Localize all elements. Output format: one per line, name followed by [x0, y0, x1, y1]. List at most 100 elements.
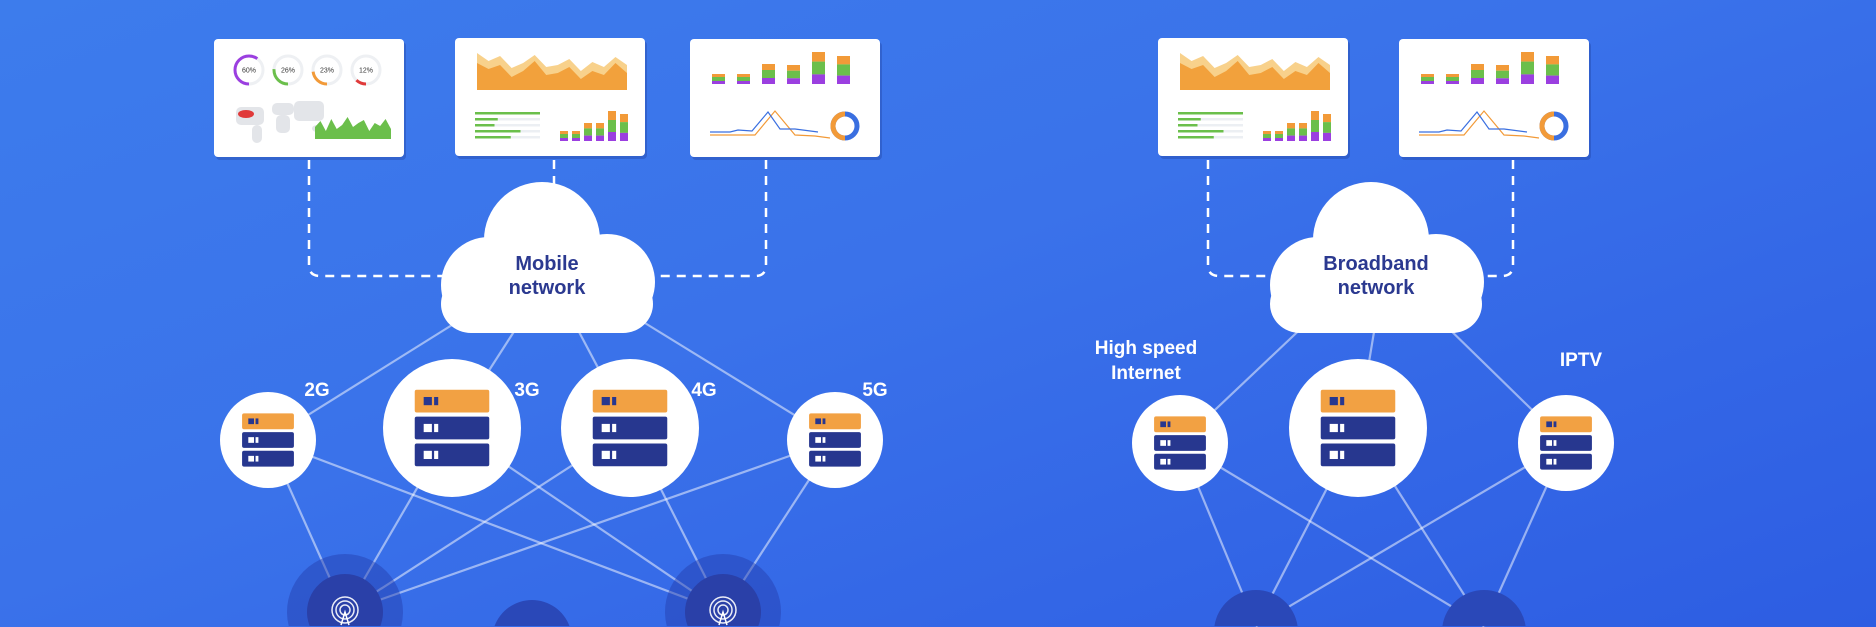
cell-tower: [286, 554, 403, 626]
bar-segment: [787, 65, 800, 71]
dashboard-card-bars: [1399, 39, 1591, 160]
bar-segment: [762, 78, 775, 84]
bar-segment: [560, 134, 568, 138]
cell-tower: [665, 553, 781, 626]
bar-segment: [737, 81, 750, 84]
cloud-label-line2: network: [509, 277, 587, 299]
bar-segment: [1471, 64, 1484, 70]
node-label-high-speed-line2: Internet: [1111, 363, 1181, 384]
bar-segment: [837, 56, 850, 65]
bar-segment: [737, 77, 750, 81]
progress-line: [475, 130, 521, 133]
bar-segment: [584, 128, 592, 136]
bar-segment: [712, 81, 725, 84]
bar-segment: [572, 131, 580, 134]
gauge-value: 26%: [281, 68, 295, 75]
bar-segment: [1496, 70, 1509, 79]
bar-segment: [1323, 132, 1331, 141]
bar-segment: [1323, 122, 1331, 133]
bar-segment: [1287, 128, 1295, 136]
endpoint-bubble: [494, 600, 570, 626]
towers: [286, 553, 1526, 626]
server-node-broadband-2: [1518, 395, 1614, 491]
bar-segment: [1287, 135, 1295, 141]
cloud-label-line2: network: [1338, 277, 1416, 299]
cloud-label-line1: Mobile: [515, 253, 578, 275]
bar-segment: [1275, 138, 1283, 141]
progress-line: [475, 124, 495, 127]
bar-segment: [762, 64, 775, 70]
bar-segment: [1263, 131, 1271, 134]
server-node-2g: [220, 392, 316, 488]
bar-segment: [608, 111, 616, 120]
bar-segment: [584, 123, 592, 129]
node-label-5g: 5G: [862, 380, 887, 401]
server-nodes: [220, 359, 1614, 497]
map-highlight: [238, 110, 254, 118]
bar-segment: [620, 122, 628, 133]
mobile-network-cloud: Mobile network: [441, 182, 655, 333]
node-label-iptv: IPTV: [1560, 350, 1603, 371]
progress-line: [475, 118, 498, 121]
bar-segment: [1446, 77, 1459, 81]
dashboard-card-area: [455, 38, 647, 159]
node-label-4g: 4G: [691, 380, 716, 401]
bar-segment: [1546, 64, 1559, 76]
bar-segment: [1299, 135, 1307, 141]
bar-segment: [620, 114, 628, 123]
bar-segment: [712, 74, 725, 77]
bar-segment: [596, 128, 604, 136]
bar-segment: [1263, 138, 1271, 141]
bar-segment: [1496, 78, 1509, 84]
node-label-3g: 3G: [514, 380, 539, 401]
bar-segment: [1299, 128, 1307, 136]
bar-segment: [837, 75, 850, 84]
gauge-value: 60%: [242, 68, 256, 75]
dashboard-card-bars: [690, 39, 882, 160]
bar-segment: [1471, 78, 1484, 84]
progress-line: [1178, 130, 1224, 133]
bar-segment: [1446, 74, 1459, 77]
bar-segment: [1546, 75, 1559, 84]
gauge-value: 23%: [320, 68, 334, 75]
endpoint-bubble: [1442, 589, 1526, 626]
bar-segment: [1299, 123, 1307, 129]
bar-segment: [1496, 65, 1509, 71]
bar-segment: [1311, 111, 1319, 120]
bar-segment: [608, 120, 616, 132]
bar-segment: [1446, 81, 1459, 84]
gauge-value: 12%: [359, 68, 373, 75]
bar-segment: [1275, 131, 1283, 134]
bar-segment: [1546, 56, 1559, 65]
bar-segment: [608, 132, 616, 141]
server-node-5g: [787, 392, 883, 488]
clouds: Mobile network Broadband network: [441, 182, 1484, 333]
progress-line: [1178, 124, 1198, 127]
bar-segment: [812, 74, 825, 84]
progress-line: [1178, 118, 1201, 121]
bar-segment: [812, 52, 825, 62]
server-node-broadband-1: [1289, 359, 1427, 497]
dashboard-card-gauges: 60% 26% 23% 12%: [214, 39, 406, 160]
bar-segment: [1263, 134, 1271, 138]
bar-segment: [1471, 70, 1484, 78]
bar-segment: [1421, 74, 1434, 77]
bar-segment: [1275, 134, 1283, 138]
bar-segment: [560, 138, 568, 141]
node-label-high-speed-line1: High speed: [1095, 338, 1197, 359]
bar-segment: [620, 132, 628, 141]
cloud-label-line1: Broadband: [1323, 253, 1429, 275]
bar-segment: [1421, 81, 1434, 84]
bar-segment: [737, 74, 750, 77]
dashboards: 60% 26% 23% 12%: [214, 38, 1591, 160]
bar-segment: [1521, 61, 1534, 75]
broadband-network-cloud: Broadband network: [1270, 182, 1484, 333]
bar-segment: [787, 70, 800, 79]
progress-line: [1178, 136, 1214, 139]
bar-segment: [560, 131, 568, 134]
bar-segment: [812, 61, 825, 75]
bar-segment: [837, 64, 850, 76]
bar-segment: [712, 77, 725, 81]
bar-segment: [1311, 132, 1319, 141]
server-node-3g: [383, 359, 521, 497]
